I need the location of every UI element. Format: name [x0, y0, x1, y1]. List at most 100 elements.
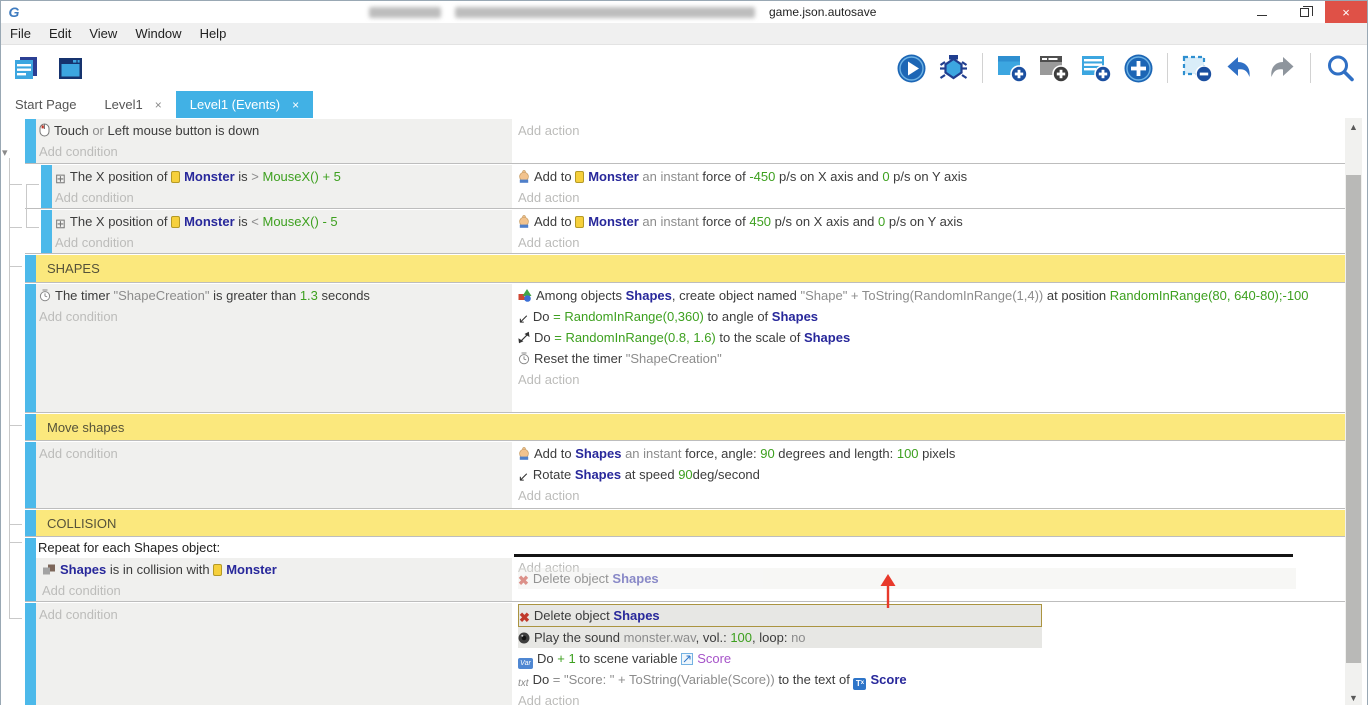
- vertical-scrollbar[interactable]: ▲ ▼: [1345, 118, 1362, 705]
- condition[interactable]: ⊞The X position of Monster is < MouseX()…: [55, 211, 510, 232]
- event-highlight-bar[interactable]: [25, 255, 36, 282]
- force-icon: [518, 447, 530, 460]
- action[interactable]: Play the sound monster.wav, vol.: 100, l…: [518, 627, 1042, 648]
- action[interactable]: ↙Rotate Shapes at speed 90deg/second: [518, 464, 1344, 485]
- scrollbar-thumb[interactable]: [1346, 175, 1361, 663]
- play-icon[interactable]: [894, 52, 928, 84]
- action[interactable]: Do = RandomInRange(0.8, 1.6) to the scal…: [518, 327, 1344, 348]
- add-condition-placeholder[interactable]: Add condition: [55, 232, 510, 253]
- tree-guide-line: [9, 542, 22, 543]
- var-icon: Var: [518, 658, 533, 669]
- event-highlight-bar[interactable]: [41, 210, 52, 253]
- scale-icon: [518, 331, 530, 344]
- text-segment: p/s on Y axis: [890, 169, 968, 184]
- add-circle-icon[interactable]: [1121, 52, 1155, 84]
- condition[interactable]: The timer "ShapeCreation" is greater tha…: [39, 285, 510, 306]
- event-highlight-bar[interactable]: [25, 119, 36, 163]
- add-comment-icon[interactable]: [1037, 52, 1071, 84]
- add-action-placeholder[interactable]: Add action: [518, 232, 1344, 253]
- action[interactable]: Reset the timer "ShapeCreation": [518, 348, 1344, 369]
- condition[interactable]: Touch or Left mouse button is down: [39, 120, 510, 141]
- add-condition-placeholder[interactable]: Add condition: [39, 604, 510, 625]
- action[interactable]: VarDo + 1 to scene variable Score: [518, 648, 1344, 669]
- text-segment: , create object named: [672, 288, 801, 303]
- text-segment: Do: [533, 309, 553, 324]
- comment-label[interactable]: SHAPES: [36, 255, 1346, 282]
- redo-icon[interactable]: [1264, 52, 1298, 84]
- events-sheet: Touch or Left mouse button is downAdd co…: [25, 119, 1346, 705]
- add-condition-placeholder[interactable]: Add condition: [39, 141, 510, 162]
- menu-item-file[interactable]: File: [1, 23, 40, 45]
- text-segment: Do: [534, 330, 554, 345]
- maximize-button[interactable]: [1283, 1, 1325, 23]
- delete-icon: ✖: [519, 611, 530, 624]
- scrollbar-down-button[interactable]: ▼: [1345, 689, 1362, 705]
- comment-label[interactable]: COLLISION: [36, 510, 1346, 536]
- scrollbar-up-button[interactable]: ▲: [1345, 118, 1362, 135]
- condition[interactable]: ⊞The X position of Monster is > MouseX()…: [55, 166, 510, 187]
- text-segment: Shapes: [575, 467, 621, 482]
- event-highlight-bar[interactable]: [25, 510, 36, 536]
- scene-editor-icon[interactable]: [53, 52, 87, 84]
- toolbar-separator: [1167, 53, 1168, 83]
- tree-guide-line: [9, 425, 22, 426]
- event-highlight-bar[interactable]: [25, 538, 36, 601]
- event-highlight-bar[interactable]: [41, 165, 52, 208]
- add-condition-placeholder[interactable]: Add condition: [39, 306, 510, 327]
- action[interactable]: Among objects Shapes, create object name…: [518, 285, 1344, 306]
- text-segment: to scene variable: [576, 651, 682, 666]
- add-action-placeholder[interactable]: Add action: [518, 690, 1344, 705]
- text-segment: The X position of: [70, 169, 171, 184]
- action[interactable]: Add to Monster an instant force of 450 p…: [518, 211, 1344, 232]
- collapse-arrow-icon[interactable]: ▾: [2, 146, 8, 159]
- actions-cell: Add to Monster an instant force of 450 p…: [514, 210, 1346, 253]
- comment-label[interactable]: Move shapes: [36, 414, 1346, 440]
- menu-item-window[interactable]: Window: [126, 23, 190, 45]
- add-action-placeholder[interactable]: Add action: [518, 120, 1344, 141]
- text-segment: is in collision with: [106, 562, 213, 577]
- event-highlight-bar[interactable]: [25, 284, 36, 412]
- event-block: The timer "ShapeCreation" is greater tha…: [25, 284, 1346, 413]
- text-segment: MouseX() - 5: [262, 214, 337, 229]
- add-action-placeholder[interactable]: Add action: [518, 187, 1344, 208]
- menu-item-edit[interactable]: Edit: [40, 23, 80, 45]
- text-segment: Delete object: [534, 608, 614, 623]
- action[interactable]: ✖Delete object Shapes: [518, 604, 1042, 627]
- close-button[interactable]: ×: [1325, 1, 1367, 23]
- text-segment: Add to: [534, 214, 575, 229]
- minimize-button[interactable]: [1241, 1, 1283, 23]
- add-action-placeholder[interactable]: Add action: [518, 369, 1344, 390]
- add-condition-placeholder[interactable]: Add condition: [39, 443, 510, 464]
- add-condition-placeholder[interactable]: Add condition: [55, 187, 510, 208]
- menu-item-view[interactable]: View: [80, 23, 126, 45]
- text-segment: deg/second: [693, 467, 760, 482]
- add-action-placeholder[interactable]: Add action: [518, 485, 1344, 506]
- add-condition-placeholder[interactable]: Add condition: [42, 580, 510, 601]
- add-subevent-icon[interactable]: [1079, 52, 1113, 84]
- condition[interactable]: Shapes is in collision with Monster: [42, 559, 510, 580]
- project-manager-icon[interactable]: [9, 52, 43, 84]
- action[interactable]: Add to Monster an instant force of -450 …: [518, 166, 1344, 187]
- tab-level1-events-[interactable]: Level1 (Events)×: [176, 91, 313, 118]
- debug-icon[interactable]: [936, 52, 970, 84]
- action[interactable]: txtDo = "Score: " + ToString(Variable(Sc…: [518, 669, 1344, 690]
- search-icon[interactable]: [1323, 52, 1357, 84]
- text-segment: pixels: [919, 446, 956, 461]
- menu-item-help[interactable]: Help: [191, 23, 236, 45]
- tab-close-icon[interactable]: ×: [155, 98, 162, 112]
- tab-close-icon[interactable]: ×: [292, 98, 299, 112]
- event-highlight-bar[interactable]: [25, 442, 36, 508]
- event-highlight-bar[interactable]: [25, 414, 36, 440]
- tab-level1[interactable]: Level1×: [90, 91, 175, 118]
- text-segment: 1.3: [300, 288, 318, 303]
- action[interactable]: Add to Shapes an instant force, angle: 9…: [518, 443, 1344, 464]
- remove-event-icon[interactable]: [1180, 52, 1214, 84]
- undo-icon[interactable]: [1222, 52, 1256, 84]
- add-event-icon[interactable]: [995, 52, 1029, 84]
- event-highlight-bar[interactable]: [25, 603, 36, 705]
- text-segment: Add condition: [55, 235, 134, 250]
- tab-start-page[interactable]: Start Page: [1, 91, 90, 118]
- text-segment: Shapes: [804, 330, 850, 345]
- conditions-cell: ⊞The X position of Monster is < MouseX()…: [52, 210, 514, 253]
- action[interactable]: ↙Do = RandomInRange(0,360) to angle of S…: [518, 306, 1344, 327]
